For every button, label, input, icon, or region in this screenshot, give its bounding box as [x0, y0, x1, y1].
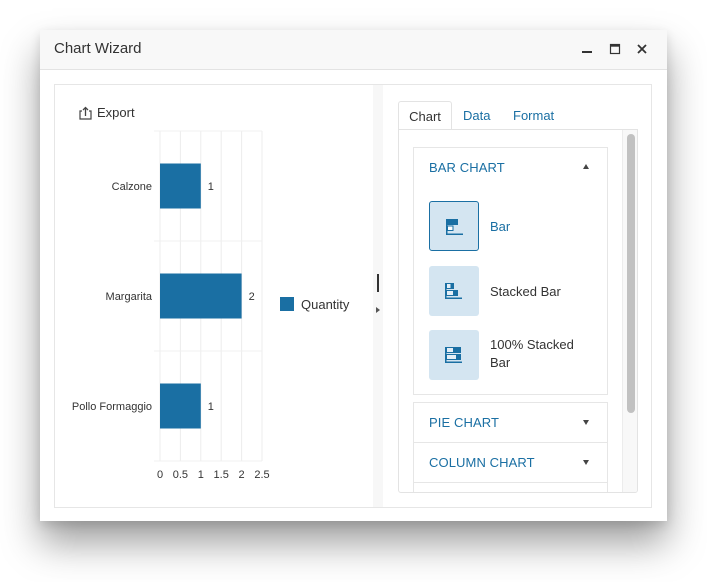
splitter-handle[interactable]: [377, 274, 379, 292]
bar: [160, 383, 201, 429]
title-bar: Chart Wizard: [40, 30, 667, 70]
option-label-line1: 100% Stacked: [490, 337, 574, 352]
accordion-title: COLUMN CHART: [429, 455, 535, 470]
caret-down-icon: [583, 460, 589, 465]
accordion-header-bar-chart[interactable]: BAR CHART: [414, 148, 607, 186]
minimize-button[interactable]: [578, 39, 596, 59]
x-tick-label: 0.5: [173, 469, 188, 481]
accordion-bar-chart: BAR CHART Bar Stacked Bar 100% Stacked B…: [413, 147, 608, 395]
chart-option-stacked-bar[interactable]: Stacked Bar: [429, 266, 614, 318]
bar-chart: 0 0.5 1 1.5 2 2.5 Calzone 1 Margarita 2 Pollo Form…: [72, 130, 350, 481]
wizard-content: Export 0 0.5 1 1.5 2 2.5 Calzone 1 Margarita 2 Pol…: [54, 84, 652, 508]
option-tile: [429, 330, 479, 380]
maximize-button[interactable]: [606, 39, 624, 59]
category-label: Pollo Formaggio: [72, 401, 152, 413]
accordion-title: PIE CHART: [429, 415, 500, 430]
x-tick-label: 1: [198, 469, 204, 481]
close-button[interactable]: [633, 39, 651, 59]
tab-format[interactable]: Format: [513, 101, 554, 130]
option-label-line2: Bar: [490, 355, 511, 370]
data-label: 2: [249, 291, 255, 303]
category-label: Calzone: [112, 181, 152, 193]
tab-chart[interactable]: Chart: [398, 101, 452, 130]
x-tick-label: 2.5: [254, 469, 269, 481]
settings-pane: Chart Data Format BAR CHART Bar Stacked …: [398, 101, 638, 493]
accordion-pie-chart: PIE CHART: [413, 402, 608, 443]
bar-chart-icon: [446, 219, 463, 235]
option-label: Stacked Bar: [490, 284, 561, 299]
caret-down-icon: [583, 420, 589, 425]
chart-option-100-stacked-bar[interactable]: 100% Stacked Bar: [429, 330, 614, 382]
accordion-next-section: [413, 482, 608, 492]
dialog-title: Chart Wizard: [54, 40, 142, 57]
accordion-header-pie-chart[interactable]: PIE CHART: [414, 403, 607, 441]
close-icon: [637, 44, 647, 54]
minimize-icon: [582, 51, 592, 53]
option-label: 100% Stacked Bar: [490, 336, 574, 372]
caret-up-icon: [583, 164, 589, 169]
accordion-title: BAR CHART: [429, 160, 505, 175]
data-label: 1: [208, 401, 214, 413]
maximize-icon: [609, 43, 621, 55]
category-label: Margarita: [106, 291, 153, 303]
legend-swatch: [280, 297, 294, 311]
bar: [160, 163, 201, 209]
chart-wizard-dialog: Chart Wizard Export 0 0.5 1 1.5 2 2.5 Calzone 1…: [40, 30, 667, 521]
collapse-arrow-icon[interactable]: [376, 307, 380, 313]
scrollbar-thumb[interactable]: [627, 134, 635, 413]
x-tick-label: 0: [157, 469, 163, 481]
legend-label: Quantity: [301, 297, 350, 312]
bar: [160, 273, 242, 319]
chart-tab-panel: BAR CHART Bar Stacked Bar 100% Stacked B…: [398, 129, 638, 493]
data-label: 1: [208, 181, 214, 193]
tab-data[interactable]: Data: [463, 101, 490, 130]
x-tick-label: 2: [239, 469, 245, 481]
option-label: Bar: [490, 219, 511, 234]
option-tile: [429, 266, 479, 316]
chart-option-bar[interactable]: Bar: [429, 201, 614, 253]
settings-scrollbar[interactable]: [622, 130, 637, 492]
stacked-bar-chart-icon: [445, 283, 462, 299]
full-stacked-bar-chart-icon: [445, 347, 462, 363]
x-tick-label: 1.5: [214, 469, 229, 481]
pane-splitter[interactable]: [373, 85, 383, 507]
chart-preview-pane: Export 0 0.5 1 1.5 2 2.5 Calzone 1 Margarita 2 Pol…: [55, 85, 373, 507]
accordion-header-column-chart[interactable]: COLUMN CHART: [414, 443, 607, 481]
accordion-column-chart: COLUMN CHART: [413, 442, 608, 483]
settings-tabs: Chart Data Format: [398, 101, 638, 130]
option-tile: [429, 201, 479, 251]
